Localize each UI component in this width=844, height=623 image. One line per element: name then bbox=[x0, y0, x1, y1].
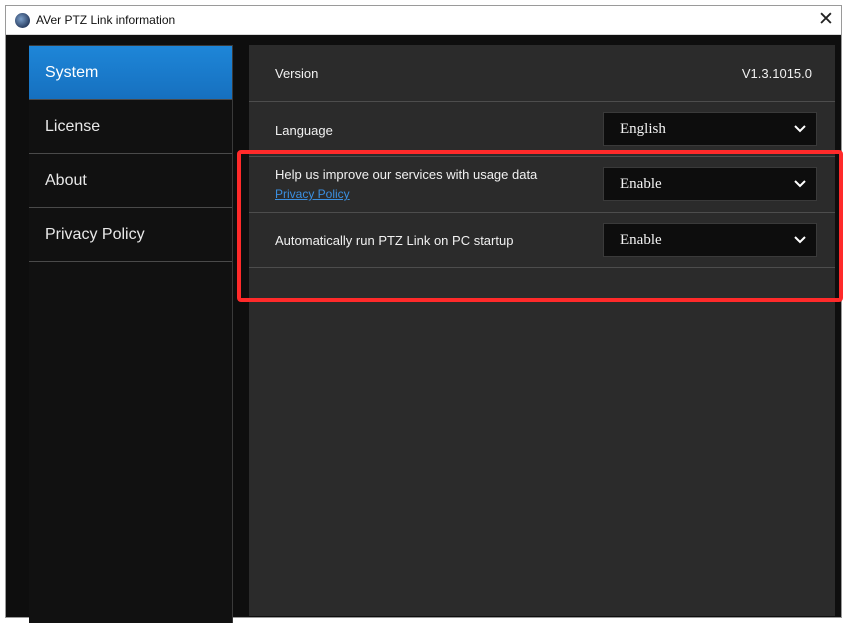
globe-icon bbox=[15, 13, 30, 28]
sidebar-item-privacy-policy[interactable]: Privacy Policy bbox=[29, 208, 232, 262]
version-value: V1.3.1015.0 bbox=[741, 66, 812, 81]
window-content: System License About Privacy Policy Vers… bbox=[6, 35, 841, 623]
sidebar-item-system[interactable]: System bbox=[29, 46, 232, 100]
sidebar: System License About Privacy Policy bbox=[29, 45, 233, 623]
language-select-value: English bbox=[620, 121, 666, 137]
usage-data-row: Help us improve our services with usage … bbox=[249, 157, 835, 213]
startup-select[interactable]: Enable bbox=[603, 223, 817, 257]
close-button[interactable]: ✕ bbox=[815, 9, 837, 31]
language-select[interactable]: English bbox=[603, 112, 817, 146]
startup-label: Automatically run PTZ Link on PC startup bbox=[275, 233, 514, 248]
chevron-down-icon bbox=[794, 125, 806, 133]
usage-data-label: Help us improve our services with usage … bbox=[275, 167, 538, 182]
language-label: Language bbox=[275, 123, 333, 138]
version-label: Version bbox=[275, 66, 319, 81]
startup-row: Automatically run PTZ Link on PC startup… bbox=[249, 213, 835, 268]
privacy-policy-link[interactable]: Privacy Policy bbox=[275, 187, 350, 201]
chevron-down-icon bbox=[794, 236, 806, 244]
sidebar-item-about[interactable]: About bbox=[29, 154, 232, 208]
usage-data-select[interactable]: Enable bbox=[603, 167, 817, 201]
app-window: AVer PTZ Link information ✕ System Licen… bbox=[5, 5, 842, 623]
startup-select-value: Enable bbox=[620, 232, 662, 248]
title-bar: AVer PTZ Link information ✕ bbox=[6, 6, 841, 35]
chevron-down-icon bbox=[794, 180, 806, 188]
version-row: Version V1.3.1015.0 bbox=[249, 45, 835, 102]
usage-data-select-value: Enable bbox=[620, 176, 662, 192]
settings-panel: Version V1.3.1015.0 Language English Hel… bbox=[249, 45, 835, 616]
sidebar-item-license[interactable]: License bbox=[29, 100, 232, 154]
language-row: Language English bbox=[249, 102, 835, 157]
window-title: AVer PTZ Link information bbox=[36, 13, 176, 27]
